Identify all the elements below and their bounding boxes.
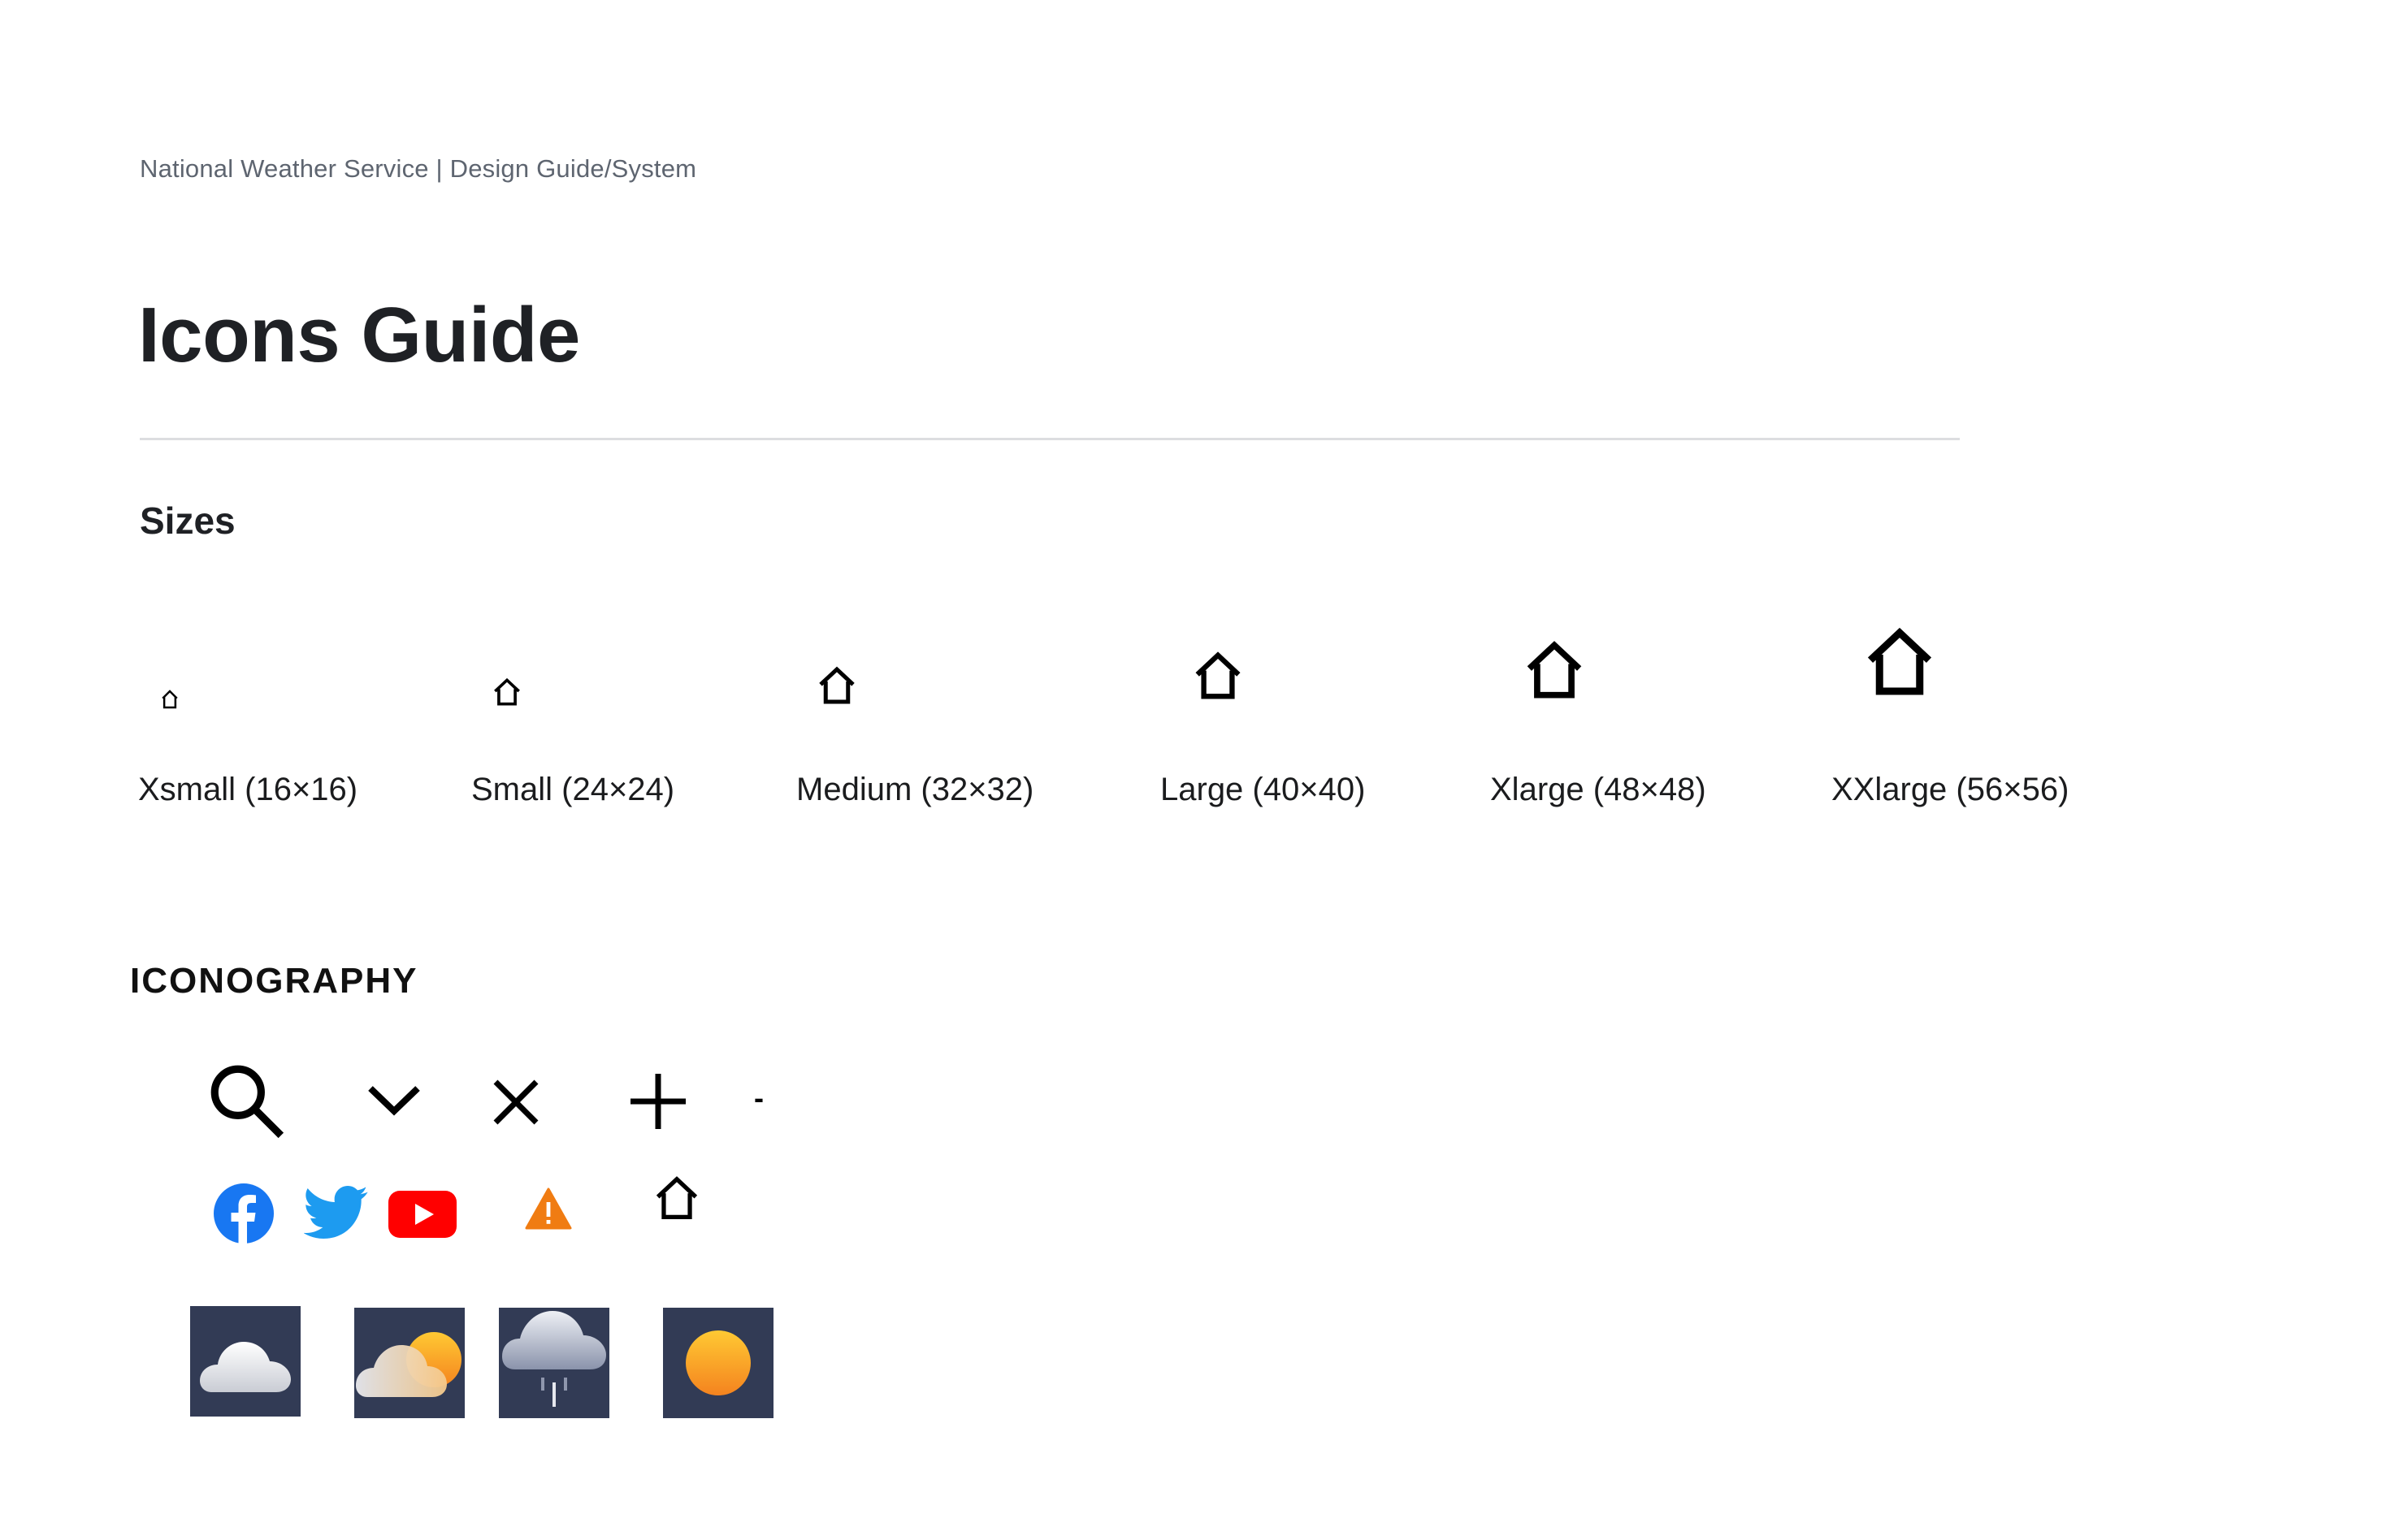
breadcrumb: National Weather Service | Design Guide/… xyxy=(140,154,697,183)
youtube-icon xyxy=(388,1191,457,1238)
size-label-large: Large (40×40) xyxy=(1160,772,1366,807)
size-label-medium: Medium (32×32) xyxy=(796,772,1034,807)
size-label-small: Small (24×24) xyxy=(471,772,675,807)
search-icon xyxy=(210,1065,284,1139)
sizes-heading: Sizes xyxy=(140,500,236,542)
size-label-xlarge: Xlarge (48×48) xyxy=(1490,772,1706,807)
facebook-icon xyxy=(214,1183,274,1244)
partly-cloudy-icon xyxy=(354,1308,465,1418)
home-icon xyxy=(1195,651,1241,699)
size-label-xxlarge: XXlarge (56×56) xyxy=(1831,772,2069,807)
home-icon xyxy=(494,677,520,706)
warning-icon xyxy=(525,1187,572,1230)
twitter-icon xyxy=(304,1186,368,1239)
divider xyxy=(140,438,1960,440)
close-icon xyxy=(493,1079,539,1125)
home-icon xyxy=(162,690,178,709)
chevron-down-icon xyxy=(368,1086,420,1116)
home-icon xyxy=(819,666,855,704)
minus-icon: - xyxy=(754,1081,764,1114)
sunny-icon xyxy=(663,1308,774,1418)
home-icon xyxy=(1867,627,1932,695)
home-icon xyxy=(656,1176,698,1219)
rain-icon xyxy=(499,1308,609,1418)
home-icon xyxy=(1527,641,1582,699)
plus-icon xyxy=(630,1074,686,1129)
page-title: Icons Guide xyxy=(138,292,580,379)
size-label-xsmall: Xsmall (16×16) xyxy=(138,772,358,807)
iconography-heading: ICONOGRAPHY xyxy=(130,961,418,1001)
cloudy-icon xyxy=(190,1306,301,1417)
